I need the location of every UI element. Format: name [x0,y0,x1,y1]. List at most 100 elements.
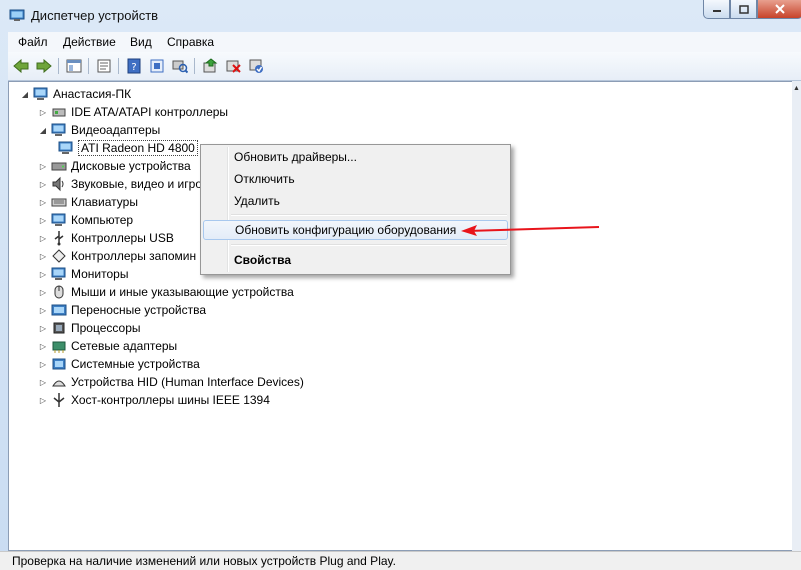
expand-icon[interactable]: ▷ [38,324,48,333]
back-icon[interactable] [12,57,30,75]
tree-node-label: Мониторы [71,267,129,281]
close-button[interactable] [757,0,801,19]
toolbar-separator [118,58,119,74]
menu-item-label: Обновить конфигурацию оборудования [235,223,457,237]
expand-icon[interactable]: ▷ [38,234,48,243]
scan-hardware-icon[interactable] [171,57,189,75]
tree-node-hid[interactable]: ▷ Устройства HID (Human Interface Device… [38,373,304,391]
tree-node-usb[interactable]: ▷ Контроллеры USB [38,229,174,247]
mouse-icon [51,284,67,300]
expand-icon[interactable]: ▷ [38,108,48,117]
expand-icon[interactable]: ▷ [38,360,48,369]
tree-node-label: Анастасия-ПК [53,87,132,101]
collapse-icon[interactable]: ◢ [20,90,30,99]
tree-node-sound[interactable]: ▷ Звуковые, видео и игро [38,175,202,193]
collapse-icon[interactable]: ◢ [38,126,48,135]
minimize-button[interactable] [703,0,730,19]
display-adapter-icon [58,140,74,156]
tree-node-label: Хост-контроллеры шины IEEE 1394 [71,393,270,407]
tree-node-keyboards[interactable]: ▷ Клавиатуры [38,193,138,211]
menu-item-label: Удалить [234,194,280,208]
system-device-icon [51,356,67,372]
tree-node-label: Переносные устройства [71,303,207,317]
svg-text:?: ? [131,62,136,73]
computer-icon [51,212,67,228]
device-manager-window: Диспетчер устройств Файл Действие Вид Сп… [0,0,801,570]
expand-icon[interactable]: ▷ [38,180,48,189]
toolbar-separator [88,58,89,74]
tree-node-system[interactable]: ▷ Системные устройства [38,355,200,373]
tree-node-cpus[interactable]: ▷ Процессоры [38,319,141,337]
tree-node-disks[interactable]: ▷ Дисковые устройства [38,157,191,175]
tree-node-label: Мыши и иные указывающие устройства [71,285,294,299]
network-adapter-icon [51,338,67,354]
expand-icon[interactable]: ▷ [38,162,48,171]
computer-icon [33,86,49,102]
update-driver-icon[interactable] [201,57,219,75]
menu-item-uninstall[interactable]: Удалить [203,191,508,211]
menu-item-disable[interactable]: Отключить [203,169,508,189]
expand-icon[interactable]: ▷ [38,270,48,279]
maximize-button[interactable] [730,0,757,19]
menu-file[interactable]: Файл [18,35,48,49]
forward-icon[interactable] [35,57,53,75]
help-icon[interactable]: ? [125,57,143,75]
vertical-scrollbar[interactable]: ▲ [792,81,801,551]
tree-node-label: Клавиатуры [71,195,138,209]
tree-node-computer[interactable]: ▷ Компьютер [38,211,133,229]
tree-node-label: Компьютер [71,213,134,227]
tree-node-label: Процессоры [71,321,141,335]
keyboard-icon [51,194,67,210]
ieee1394-icon [51,392,67,408]
annotation-arrow [461,225,600,236]
expand-icon[interactable]: ▷ [38,396,48,405]
tree-node-label: Системные устройства [71,357,200,371]
enable-device-icon[interactable] [247,57,265,75]
tree-node-ieee1394[interactable]: ▷ Хост-контроллеры шины IEEE 1394 [38,391,270,409]
menu-item-update-drivers[interactable]: Обновить драйверы... [203,147,508,167]
tree-node-ati-radeon[interactable]: ATI Radeon HD 4800 [58,139,198,157]
tree-node-label: Сетевые адаптеры [71,339,178,353]
portable-device-icon [51,302,67,318]
expand-icon[interactable]: ▷ [38,306,48,315]
driver-info-icon[interactable] [148,57,166,75]
ide-controller-icon [51,104,67,120]
scroll-up-icon[interactable]: ▲ [792,85,801,95]
uninstall-icon[interactable] [224,57,242,75]
device-manager-icon [9,7,25,23]
tree-node-root[interactable]: ◢ Анастасия-ПК [20,85,131,103]
menu-item-label: Свойства [234,253,292,267]
expand-icon[interactable]: ▷ [38,342,48,351]
expand-icon[interactable]: ▷ [38,252,48,261]
tree-node-portable[interactable]: ▷ Переносные устройства [38,301,206,319]
expand-icon[interactable]: ▷ [38,198,48,207]
menu-item-properties[interactable]: Свойства [203,250,508,270]
expand-icon[interactable]: ▷ [38,216,48,225]
usb-icon [51,230,67,246]
tree-node-network[interactable]: ▷ Сетевые адаптеры [38,337,177,355]
tree-node-ide[interactable]: ▷ IDE ATA/ATAPI контроллеры [38,103,228,121]
status-bar: Проверка на наличие изменений или новых … [0,551,801,570]
tree-node-video[interactable]: ◢ Видеоадаптеры [38,121,160,139]
tree-node-label: Видеоадаптеры [71,123,161,137]
storage-controller-icon [51,248,67,264]
show-hide-tree-icon[interactable] [65,57,83,75]
menu-view[interactable]: Вид [130,35,152,49]
tree-node-mice[interactable]: ▷ Мыши и иные указывающие устройства [38,283,294,301]
expand-icon[interactable]: ▷ [38,378,48,387]
properties-icon[interactable] [95,57,113,75]
toolbar-separator [194,58,195,74]
disk-drive-icon [51,158,67,174]
status-text: Проверка на наличие изменений или новых … [12,554,396,568]
expand-icon[interactable]: ▷ [38,288,48,297]
tree-node-label: IDE ATA/ATAPI контроллеры [71,105,229,119]
tree-node-label: Дисковые устройства [71,159,191,173]
menu-help[interactable]: Справка [167,35,214,49]
tree-node-storage[interactable]: ▷ Контроллеры запомин [38,247,196,265]
menu-action[interactable]: Действие [63,35,116,49]
tree-node-monitors[interactable]: ▷ Мониторы [38,265,129,283]
context-menu: Обновить драйверы... Отключить Удалить О… [200,144,511,275]
title-bar[interactable]: Диспетчер устройств [0,0,801,32]
sound-device-icon [51,176,67,192]
window-title: Диспетчер устройств [31,8,159,23]
